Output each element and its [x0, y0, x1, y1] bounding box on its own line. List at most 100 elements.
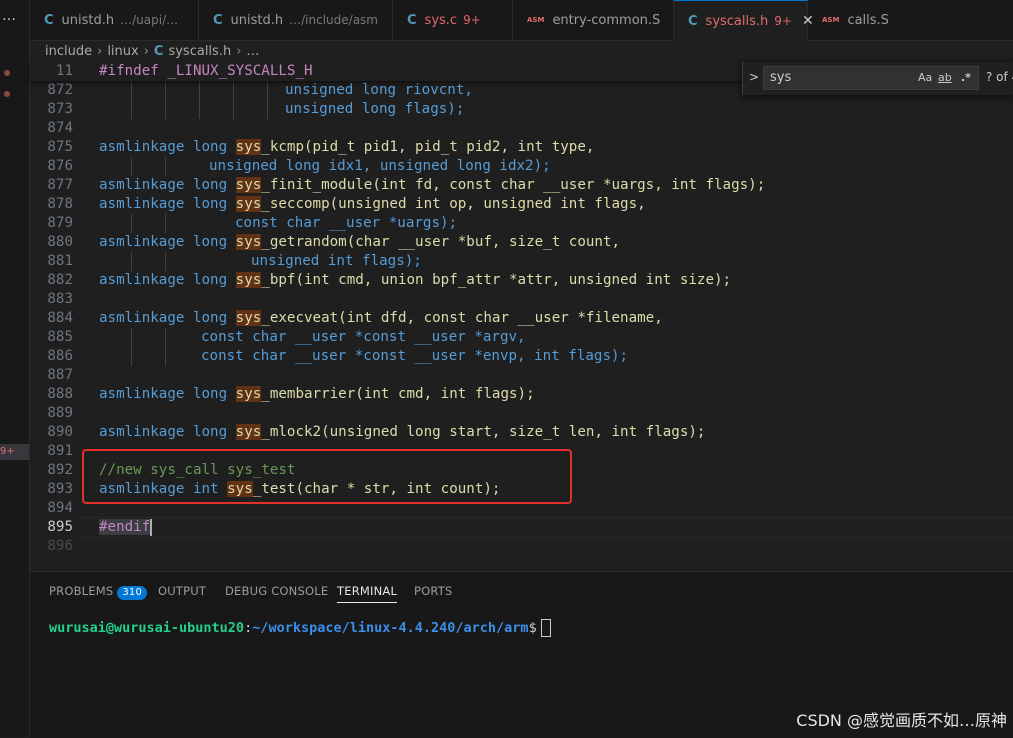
problems-count-badge: 310 [117, 586, 148, 600]
tab-syscalls-h[interactable]: C syscalls.h 9+ ✕ [674, 0, 814, 41]
code-text: asmlinkage long [99, 272, 236, 288]
line-number: 875 [47, 139, 73, 155]
terminal-cursor [540, 619, 551, 637]
match-case-icon[interactable]: Aa [918, 71, 932, 84]
code-line: const char __user *uargs); [235, 214, 457, 233]
terminal-prompt[interactable]: wurusai@wurusai-ubuntu20:~/workspace/lin… [49, 619, 551, 637]
search-match: sys [235, 139, 262, 155]
code-text: asmlinkage long [99, 310, 236, 326]
breadcrumb-item[interactable]: linux [107, 44, 138, 59]
annotation-box [82, 449, 572, 504]
search-input[interactable]: sys Aa ab .* [763, 66, 979, 90]
tab-label: entry-common.S [552, 12, 661, 28]
c-file-icon: C [44, 12, 54, 28]
search-match: sys [235, 272, 262, 288]
code-line: asmlinkage long sys_mlock2(unsigned long… [99, 423, 705, 442]
line-number: 888 [47, 386, 73, 402]
tab-output[interactable]: OUTPUT [158, 584, 206, 598]
line-number: 884 [47, 310, 73, 326]
tab-problems[interactable]: PROBLEMS 310 [49, 584, 148, 600]
tab-unistd-uapi[interactable]: C unistd.h …/uapi/… [30, 0, 199, 40]
code-text: asmlinkage long [99, 234, 236, 250]
code-line: unsigned int flags); [251, 252, 422, 271]
code-line: asmlinkage long sys_execveat(int dfd, co… [99, 309, 663, 328]
c-file-icon: C [688, 13, 698, 29]
code-text: _getrandom(char __user *buf, size_t coun… [261, 234, 621, 250]
code-text: asmlinkage long [99, 196, 236, 212]
search-match: sys [235, 196, 262, 212]
code-text: unsigned long riovcnt, [285, 82, 473, 98]
code-text: unsigned long idx1, unsigned long idx2); [209, 158, 551, 174]
indent-guide [131, 328, 132, 366]
breadcrumb-item[interactable]: … [246, 44, 259, 59]
find-widget: > sys Aa ab .* ? of 4 [742, 62, 1013, 95]
code-line: asmlinkage long sys_bpf(int cmd, union b… [99, 271, 731, 290]
modified-dot-icon [4, 70, 10, 76]
chevron-right-icon: › [143, 44, 149, 59]
code-line: unsigned long riovcnt, [285, 81, 473, 100]
code-text: asmlinkage long [99, 424, 236, 440]
line-number: 883 [47, 291, 73, 307]
code-line: unsigned long flags); [285, 100, 464, 119]
text-cursor [150, 518, 153, 536]
tab-problem-count: 9+ [463, 13, 481, 27]
tab-label: unistd.h [230, 12, 284, 28]
search-value: sys [770, 70, 792, 85]
tab-label: unistd.h [61, 12, 115, 28]
line-number: 881 [47, 253, 73, 269]
terminal-prompt-symbol: $ [528, 620, 537, 636]
tab-terminal[interactable]: TERMINAL [337, 584, 398, 603]
more-actions-icon[interactable]: … [2, 8, 17, 24]
tab-unistd-asm[interactable]: C unistd.h …/include/asm [199, 0, 393, 40]
code-line: asmlinkage long sys_getrandom(char __use… [99, 233, 620, 252]
line-number: 873 [47, 101, 73, 117]
indent-guide [165, 157, 166, 176]
line-number: 887 [47, 367, 73, 383]
terminal-path: ~/workspace/linux-4.4.240/arch/arm [252, 620, 529, 636]
chevron-right-icon[interactable]: > [749, 70, 759, 84]
indent-guide [267, 81, 268, 119]
search-match: sys [235, 424, 262, 440]
line-number: 886 [47, 348, 73, 364]
left-strip: … 9+ [0, 0, 30, 737]
modified-dot-icon [4, 91, 10, 97]
tab-debug-console[interactable]: DEBUG CONSOLE [225, 584, 328, 598]
match-count: ? of 4 [986, 70, 1013, 84]
code-text: _membarrier(int cmd, int flags); [261, 386, 535, 402]
code-line: asmlinkage long sys_finit_module(int fd,… [99, 176, 765, 195]
line-number: 872 [47, 82, 73, 98]
asm-file-icon: ASM [822, 16, 840, 24]
code-line: asmlinkage long sys_seccomp(unsigned int… [99, 195, 646, 214]
code-text: _kcmp(pid_t pid1, pid_t pid2, int type, [261, 139, 595, 155]
indent-guide [165, 252, 166, 271]
line-number: 891 [47, 443, 73, 459]
indent-guide [131, 157, 132, 176]
whole-word-icon[interactable]: ab [938, 71, 952, 84]
code-line: asmlinkage long sys_kcmp(pid_t pid1, pid… [99, 138, 594, 157]
code-text: _execveat(int dfd, const char __user *fi… [261, 310, 663, 326]
code-line: const char __user *const __user *envp, i… [201, 347, 628, 366]
code-editor[interactable]: 872 unsigned long riovcnt, 873 unsigned lo… [30, 62, 1013, 562]
line-number: 11 [55, 63, 73, 79]
line-number: 893 [47, 481, 73, 497]
chevron-right-icon: › [97, 44, 103, 59]
tab-entry-common[interactable]: ASM entry-common.S [513, 0, 674, 40]
line-number: 874 [47, 120, 73, 136]
line-number: 892 [47, 462, 73, 478]
terminal-separator: : [244, 620, 253, 636]
tab-description: …/uapi/… [120, 13, 179, 27]
breadcrumb-item[interactable]: syscalls.h [168, 44, 231, 59]
line-number: 882 [47, 272, 73, 288]
editor-tabs: C unistd.h …/uapi/… C unistd.h …/include… [30, 0, 1013, 41]
line-number: 896 [47, 538, 73, 554]
regex-icon[interactable]: .* [961, 71, 971, 84]
tab-calls-s[interactable]: ASM calls.S [808, 0, 918, 40]
code-line: const char __user *const __user *argv, [201, 328, 526, 347]
tab-ports[interactable]: PORTS [414, 584, 452, 598]
line-number: 880 [47, 234, 73, 250]
breadcrumb: include › linux › Csyscalls.h ›… [45, 42, 259, 62]
c-file-icon: C [213, 12, 223, 28]
breadcrumb-item[interactable]: include [45, 44, 92, 59]
tab-sys-c[interactable]: C sys.c 9+ [393, 0, 513, 40]
problem-badge: 9+ [0, 444, 29, 460]
